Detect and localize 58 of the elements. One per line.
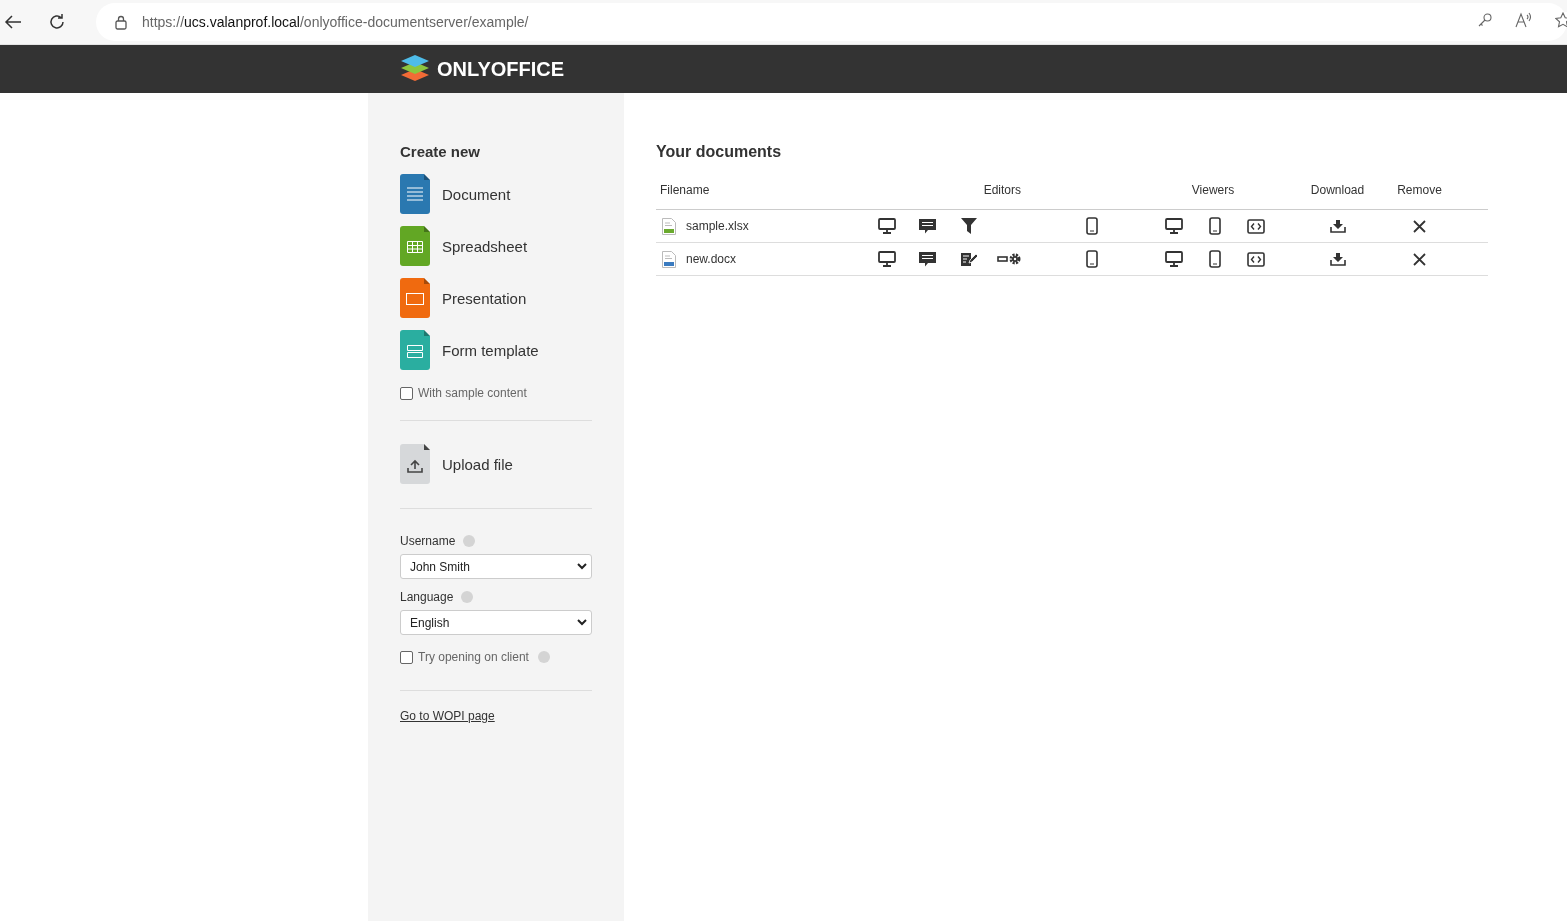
phone-icon[interactable]: [1208, 217, 1221, 235]
download-icon[interactable]: [1329, 219, 1346, 233]
wopi-link[interactable]: Go to WOPI page: [400, 709, 592, 723]
key-icon[interactable]: [1477, 12, 1493, 28]
create-link[interactable]: Form template: [442, 341, 539, 359]
checkbox[interactable]: [400, 386, 413, 400]
field-label: Username: [400, 534, 456, 548]
comment-icon[interactable]: [919, 218, 936, 234]
upload-file-icon[interactable]: [400, 444, 430, 484]
column-header: Remove: [1397, 183, 1442, 197]
read-aloud-icon[interactable]: [1515, 12, 1533, 28]
field-label: Language: [400, 590, 454, 604]
language-select[interactable]: English: [400, 610, 592, 635]
download-icon[interactable]: [1329, 252, 1346, 266]
checkbox[interactable]: [400, 650, 413, 664]
phone-icon[interactable]: [1085, 217, 1098, 235]
edit-icon[interactable]: [960, 251, 977, 267]
username-select[interactable]: John Smith: [400, 554, 592, 579]
star-icon[interactable]: [1555, 12, 1567, 28]
embed-icon[interactable]: [1246, 218, 1265, 234]
logo-icon: [399, 55, 431, 83]
section-title: Create new: [400, 143, 482, 160]
monitor-icon[interactable]: [877, 218, 896, 234]
create-link[interactable]: Spreadsheet: [442, 237, 528, 255]
back-icon[interactable]: [4, 14, 22, 30]
monitor-icon[interactable]: [1164, 218, 1183, 234]
column-header: Download: [1310, 183, 1365, 197]
checkbox-label: With sample content: [418, 386, 527, 400]
brand-name: ONLYOFFICE: [437, 57, 565, 81]
lock-icon: [115, 14, 127, 30]
close-icon[interactable]: [1413, 219, 1426, 233]
file-icon: [662, 217, 676, 235]
column-header: Editors: [982, 183, 1022, 197]
monitor-icon[interactable]: [877, 251, 896, 267]
create-link[interactable]: Presentation: [442, 289, 527, 307]
chevron-icon: [577, 619, 587, 626]
create-link[interactable]: Document: [442, 185, 511, 203]
form-file-icon[interactable]: [400, 330, 430, 370]
embed-icon[interactable]: [1246, 251, 1265, 267]
phone-icon[interactable]: [1208, 250, 1221, 268]
file-name[interactable]: new.docx: [686, 252, 737, 266]
spreadsheet-file-icon[interactable]: [400, 226, 430, 266]
presentation-file-icon[interactable]: [400, 278, 430, 318]
upload-link[interactable]: Upload file: [442, 455, 513, 473]
chevron-icon: [577, 563, 587, 570]
section-title: Your documents: [656, 143, 783, 161]
reload-icon[interactable]: [48, 13, 66, 31]
comment-icon[interactable]: [919, 251, 936, 267]
address-bar[interactable]: https://ucs.valanprof.local/onlyoffice-documentserver/example/: [96, 3, 1567, 41]
file-name[interactable]: sample.xlsx: [686, 219, 749, 233]
checkbox-label: Try opening on client: [418, 650, 529, 664]
column-header: Filename: [659, 183, 711, 197]
monitor-icon[interactable]: [1164, 251, 1183, 267]
filter-icon[interactable]: [960, 218, 977, 234]
phone-icon[interactable]: [1085, 250, 1098, 268]
settings-icon[interactable]: [997, 252, 1022, 266]
file-icon: [662, 250, 676, 268]
close-icon[interactable]: [1413, 252, 1426, 266]
